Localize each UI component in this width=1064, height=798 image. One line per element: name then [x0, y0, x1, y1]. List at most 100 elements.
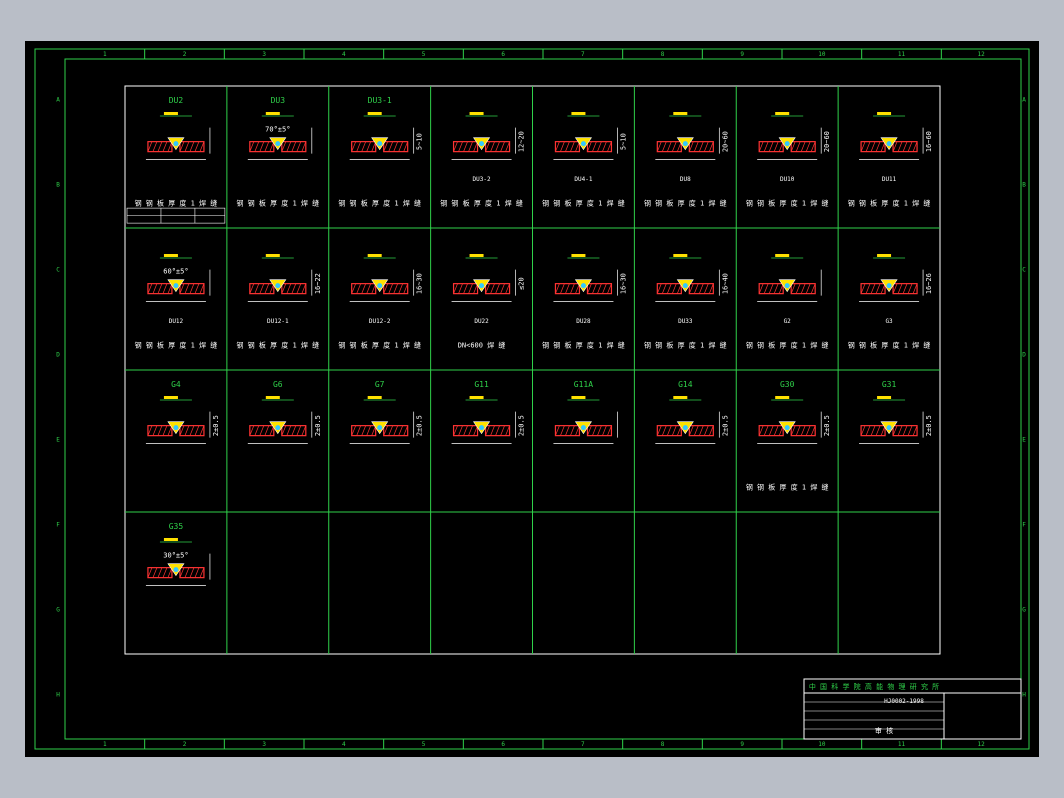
- hatch-line: [296, 283, 302, 294]
- hatch-line: [661, 141, 667, 152]
- hatch-line: [388, 283, 394, 294]
- drawing-code: HJ0002-1998: [884, 698, 924, 705]
- hatch-line: [592, 425, 597, 436]
- ruler-row-label: A: [1022, 97, 1026, 104]
- detail-note: 钢 钢 板 厚 度 1 焊 缝: [746, 482, 829, 491]
- hatch-line: [490, 425, 495, 436]
- hatch-line: [897, 141, 903, 152]
- weld-root: [886, 425, 892, 431]
- hatch-line: [505, 141, 510, 152]
- hatch-line: [671, 283, 677, 294]
- ruler-row-label: C: [1022, 267, 1026, 274]
- hatch-line: [194, 425, 200, 436]
- weld-root: [377, 141, 383, 147]
- weld-symbol: [673, 254, 688, 257]
- hatch-line: [184, 141, 190, 152]
- size-dimension: 2±0.5: [925, 415, 933, 436]
- hatch-line: [356, 425, 362, 436]
- hatch-line: [768, 283, 774, 294]
- hatch-line: [703, 425, 709, 436]
- hatch-line: [361, 425, 367, 436]
- weld-root: [173, 283, 179, 289]
- weld-symbol: [163, 112, 178, 115]
- detail-note: 钢 钢 板 厚 度 1 焊 缝: [338, 340, 421, 349]
- detail-tag: DU10: [780, 176, 795, 183]
- hatch-line: [490, 283, 495, 294]
- ruler-col-label: 12: [978, 741, 986, 748]
- weld-symbol: [265, 112, 280, 115]
- ruler-row-label: E: [56, 437, 60, 444]
- hatch-line: [763, 425, 769, 436]
- hatch-line: [398, 425, 404, 436]
- hatch-line: [152, 567, 158, 578]
- detail-note: 钢 钢 板 厚 度 1 焊 缝: [135, 198, 218, 207]
- ruler-row-label: D: [56, 352, 60, 359]
- detail-title: G6: [273, 380, 283, 389]
- detail-note: 钢 钢 板 厚 度 1 焊 缝: [542, 340, 625, 349]
- weld-symbol: [469, 396, 484, 399]
- hatch-line: [366, 425, 372, 436]
- ruler-col-label: 7: [581, 741, 585, 748]
- hatch-line: [570, 283, 575, 294]
- weld-root: [479, 425, 485, 431]
- weld-root: [784, 425, 790, 431]
- weld-symbol: [673, 112, 688, 115]
- hatch-line: [703, 283, 709, 294]
- hatch-line: [505, 283, 510, 294]
- hatch-line: [162, 567, 168, 578]
- detail-title: DU2: [169, 96, 184, 105]
- ruler-col-label: 11: [898, 51, 906, 58]
- hatch-line: [366, 141, 372, 152]
- hatch-line: [147, 141, 153, 152]
- weld-joint: [860, 421, 918, 437]
- hatch-line: [463, 425, 468, 436]
- hatch-line: [505, 425, 510, 436]
- hatch-line: [254, 283, 260, 294]
- detail-tag: DU3-2: [473, 176, 491, 183]
- hatch-line: [356, 283, 362, 294]
- hatch-line: [152, 141, 158, 152]
- hatch-line: [296, 425, 302, 436]
- detail-title: G14: [678, 380, 693, 389]
- ruler-col-label: 4: [342, 741, 346, 748]
- weld-joint: [249, 421, 307, 437]
- hatch-line: [388, 141, 394, 152]
- hatch-line: [296, 141, 302, 152]
- hatch-line: [870, 141, 876, 152]
- hatch-line: [147, 567, 153, 578]
- size-dimension: 16~30: [416, 273, 424, 294]
- hatch-line: [875, 283, 881, 294]
- hatch-line: [495, 425, 500, 436]
- hatch-line: [592, 141, 597, 152]
- weld-joint: [656, 421, 714, 437]
- hatch-line: [249, 425, 255, 436]
- hatch-line: [388, 425, 394, 436]
- hatch-line: [356, 141, 362, 152]
- hatch-line: [773, 425, 779, 436]
- weld-root: [886, 141, 892, 147]
- detail-title: G4: [171, 380, 181, 389]
- size-dimension: 12~20: [518, 131, 526, 152]
- ruler-col-label: 5: [422, 741, 426, 748]
- cad-drawing-canvas[interactable]: 1 1 2 2 3 3 4 4 5 5 6 6 7 7 8 8 9 9 10 10 11 11 12 12 A A B B C C D D E E…: [25, 41, 1039, 757]
- weld-root: [479, 283, 485, 289]
- hatch-line: [301, 283, 307, 294]
- weld-root: [682, 283, 688, 289]
- weld-symbol: [163, 396, 178, 399]
- weld-symbol: [877, 112, 892, 115]
- weld-root: [173, 567, 179, 573]
- weld-joint: [860, 279, 918, 295]
- weld-joint: [147, 421, 205, 437]
- size-dimension: ≤20: [518, 277, 526, 290]
- detail-tag: G2: [784, 318, 792, 325]
- detail-note: 钢 钢 板 厚 度 1 焊 缝: [542, 198, 625, 207]
- weld-joint: [554, 279, 613, 295]
- weld-root: [275, 425, 281, 431]
- hatch-line: [184, 425, 190, 436]
- size-dimension: 2±0.5: [518, 415, 526, 436]
- ruler-col-label: 1: [103, 741, 107, 748]
- hatch-line: [403, 283, 409, 294]
- hatch-line: [597, 141, 602, 152]
- detail-title: G31: [882, 380, 897, 389]
- weld-root: [173, 425, 179, 431]
